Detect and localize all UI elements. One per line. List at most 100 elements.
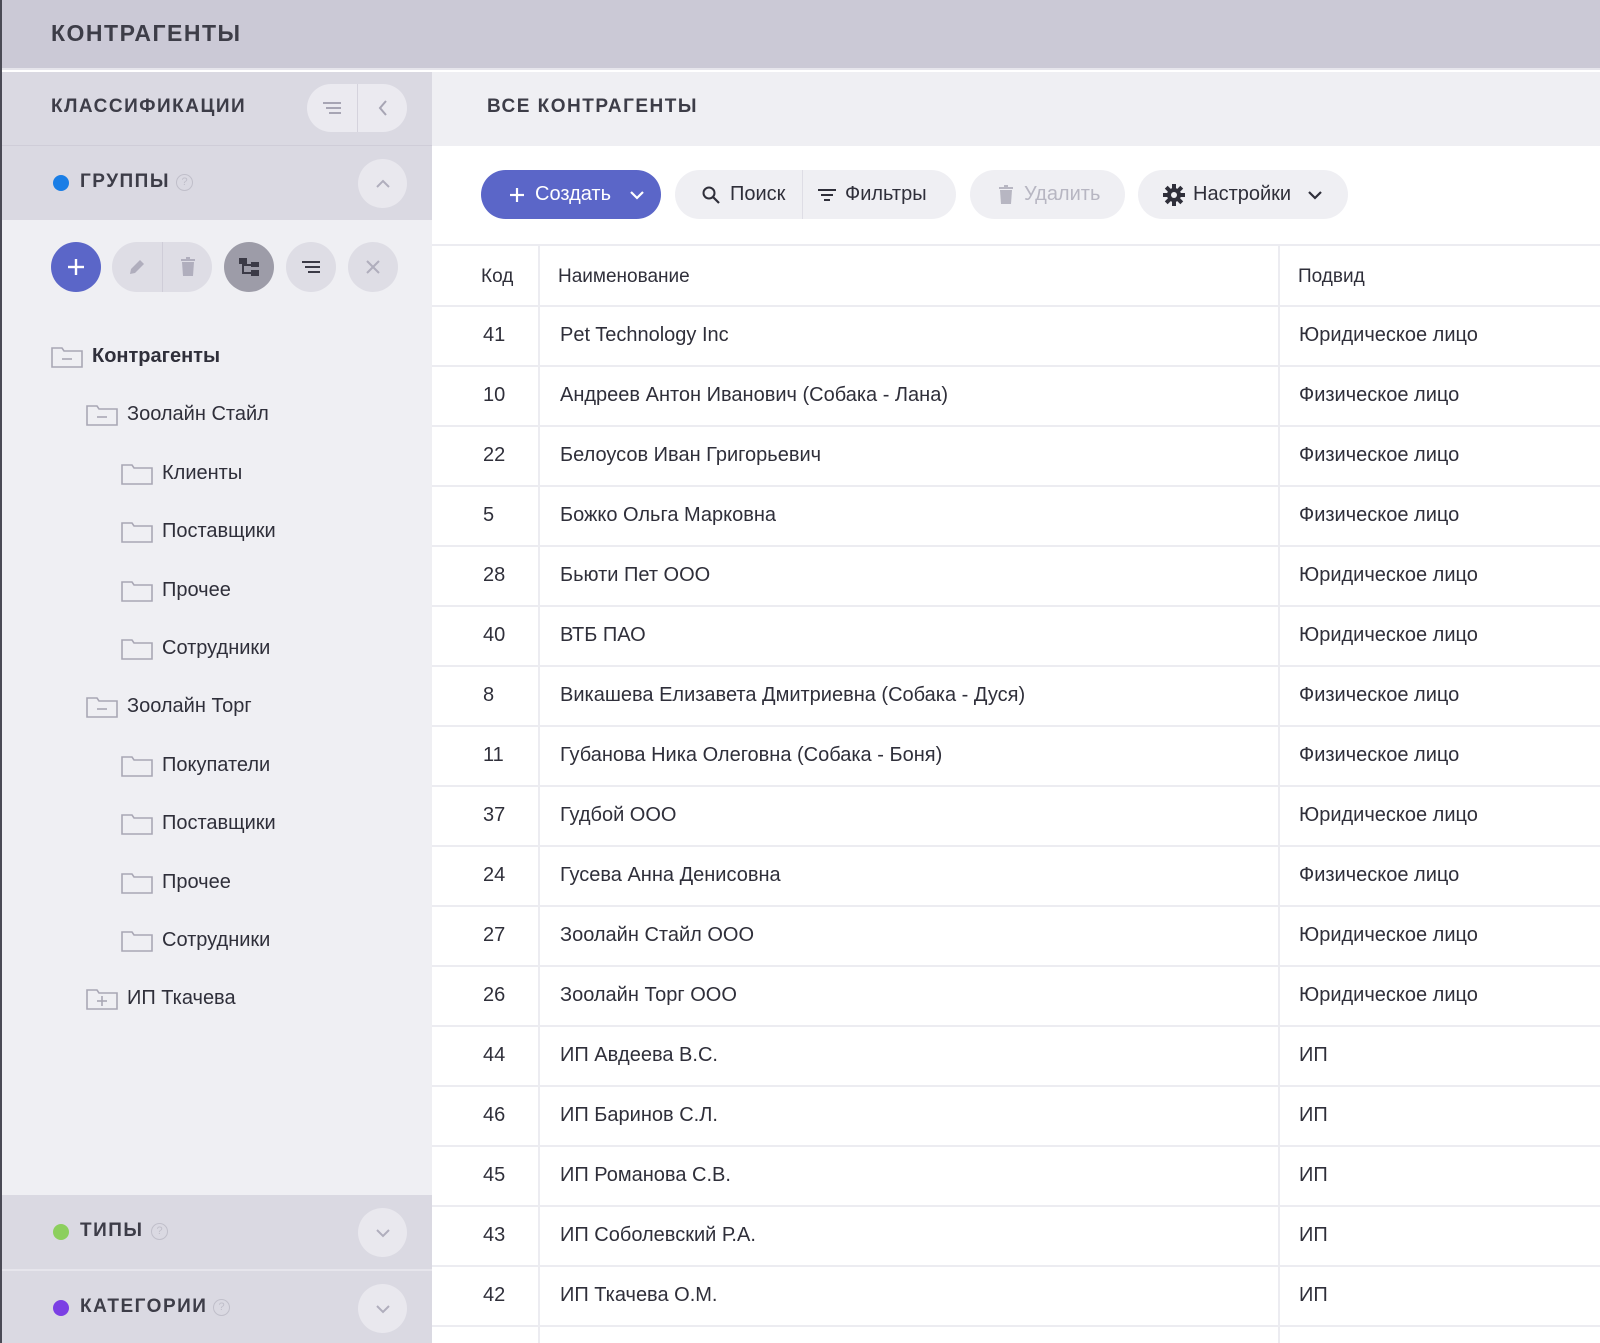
clear-selection-button[interactable] [348, 242, 398, 292]
list-view-button[interactable] [307, 84, 357, 132]
cell-subtype: Юридическое лицо [1299, 804, 1478, 826]
cell-name: Божко Ольга Марковна [560, 504, 777, 526]
categories-label: КАТЕГОРИИ [80, 1296, 208, 1317]
table-row[interactable]: 24 Гусева Анна Денисовна Физическое лицо [432, 847, 1600, 907]
filters-button[interactable]: Фильтры [803, 170, 927, 219]
table-row[interactable]: 10 Андреев Антон Иванович (Собака - Лана)… [432, 367, 1600, 427]
delete-group-button[interactable] [162, 242, 212, 292]
tree-node[interactable]: Покупатели [121, 750, 270, 780]
cell-subtype: Юридическое лицо [1299, 984, 1478, 1006]
table-row[interactable]: 22 Белоусов Иван Григорьевич Физическое ли… [432, 427, 1600, 487]
table-row[interactable]: 26 Зоолайн Торг ООО Юридическое лицо [432, 967, 1600, 1027]
cell-code: 41 [483, 324, 506, 346]
types-section-header[interactable]: ТИПЫ ? [0, 1195, 432, 1269]
table-row[interactable]: 45 ИП Романова С.В. ИП [432, 1147, 1600, 1207]
groups-color-dot [53, 175, 69, 191]
table-row[interactable]: 42 ИП Ткачева О.М. ИП [432, 1267, 1600, 1327]
settings-button[interactable]: Настройки [1138, 170, 1348, 219]
categories-help-icon[interactable]: ? [213, 1299, 230, 1316]
collapse-sidebar-button[interactable] [357, 84, 407, 132]
groups-label: ГРУППЫ [80, 171, 170, 192]
types-help-icon[interactable]: ? [151, 1223, 168, 1240]
filters-label: Фильтры [845, 183, 927, 205]
cell-code: 10 [483, 384, 506, 406]
tree-node-label: Поставщики [162, 519, 276, 542]
tree-node[interactable]: Зоолайн Стайл [86, 399, 269, 429]
create-label: Создать [535, 183, 612, 205]
create-button[interactable]: Создать [481, 170, 661, 219]
column-header-name[interactable]: Наименование [558, 266, 690, 288]
table-row[interactable]: 43 ИП Соболевский Р.А. ИП [432, 1207, 1600, 1267]
groups-section-header[interactable]: ГРУППЫ ? [0, 146, 432, 220]
tree-node-label: Поставщики [162, 811, 276, 834]
tree-node-label: Сотрудники [162, 636, 271, 659]
cell-name: Зоолайн Стайл ООО [560, 924, 755, 946]
cell-code: 27 [483, 924, 506, 946]
column-divider [1278, 244, 1280, 1343]
tree-node[interactable]: Поставщики [121, 808, 276, 838]
tree-view-button[interactable] [224, 242, 274, 292]
tree-node[interactable]: Сотрудники [121, 925, 270, 955]
sort-button[interactable] [286, 242, 336, 292]
cell-subtype: Юридическое лицо [1299, 324, 1478, 346]
cell-name: ИП Соболевский Р.А. [560, 1224, 756, 1246]
cell-code: 40 [483, 624, 506, 646]
cell-code: 11 [483, 744, 504, 766]
cell-subtype: Юридическое лицо [1299, 564, 1478, 586]
table-row[interactable]: 27 Зоолайн Стайл ООО Юридическое лицо [432, 907, 1600, 967]
tree-node[interactable]: Клиенты [121, 458, 242, 488]
tree-node[interactable]: Сотрудники [121, 633, 270, 663]
tree-node[interactable]: Прочее [121, 575, 231, 605]
tree-node[interactable]: Зоолайн Торг [86, 691, 252, 721]
tree-node[interactable]: ИП Ткачева [86, 983, 236, 1013]
counterparties-main: ВСЕ КОНТРАГЕНТЫ Создать Поиск Фильтры Уд… [432, 72, 1600, 1343]
cell-subtype: Физическое лицо [1299, 504, 1460, 526]
tree-node[interactable]: Контрагенты [51, 341, 220, 371]
tree-node[interactable]: Поставщики [121, 516, 276, 546]
folder-icon [121, 814, 153, 835]
hierarchy-icon [239, 258, 259, 276]
sidebar-title: КЛАССИФИКАЦИИ [51, 96, 247, 117]
types-expand-button[interactable] [358, 1208, 407, 1257]
cell-subtype: ИП [1299, 1044, 1328, 1066]
search-button[interactable]: Поиск [675, 170, 803, 219]
edit-group-button[interactable] [112, 242, 162, 292]
delete-button[interactable]: Удалить [970, 170, 1125, 219]
cell-code: 22 [483, 444, 506, 466]
cell-code: 42 [483, 1284, 506, 1306]
table-row[interactable]: 46 ИП Баринов С.Л. ИП [432, 1087, 1600, 1147]
tree-node[interactable]: Прочее [121, 867, 231, 897]
table-row[interactable]: 8 Викашева Елизавета Дмитриевна (Собака -… [432, 667, 1600, 727]
cell-code: 8 [483, 684, 495, 706]
cell-subtype: ИП [1299, 1284, 1328, 1306]
folder-icon [121, 522, 153, 543]
main-toolbar: Создать Поиск Фильтры Удалить Настройки [432, 170, 1600, 220]
cell-name: ВТБ ПАО [560, 624, 646, 646]
column-header-code[interactable]: Код [481, 266, 513, 288]
table-row[interactable]: 41 Pet Technology Inc Юридическое лицо [432, 307, 1600, 367]
cell-name: ИП Романова С.В. [560, 1164, 731, 1186]
search-filter-group: Поиск Фильтры [675, 170, 956, 219]
table-row[interactable]: 28 Бьюти Пет ООО Юридическое лицо [432, 547, 1600, 607]
folder-plus-icon [86, 989, 118, 1010]
folder-icon [121, 639, 153, 660]
cell-code: 24 [483, 864, 506, 886]
groups-help-icon[interactable]: ? [176, 174, 193, 191]
categories-section-header[interactable]: КАТЕГОРИИ ? [0, 1269, 432, 1343]
column-divider [538, 244, 540, 1343]
cell-name: Белоусов Иван Григорьевич [560, 444, 822, 466]
cell-subtype: ИП [1299, 1164, 1328, 1186]
tree-node-label: Прочее [162, 578, 231, 601]
column-header-subtype[interactable]: Подвид [1298, 266, 1365, 288]
add-group-button[interactable] [51, 242, 101, 292]
cell-code: 26 [483, 984, 506, 1006]
list-icon [323, 102, 341, 114]
groups-collapse-button[interactable] [358, 159, 407, 208]
table-row[interactable]: 5 Божко Ольга Марковна Физическое лицо [432, 487, 1600, 547]
table-row[interactable]: 40 ВТБ ПАО Юридическое лицо [432, 607, 1600, 667]
categories-expand-button[interactable] [358, 1284, 407, 1333]
cell-subtype: Юридическое лицо [1299, 624, 1478, 646]
table-row[interactable]: 44 ИП Авдеева В.С. ИП [432, 1027, 1600, 1087]
table-row[interactable]: 37 Гудбой ООО Юридическое лицо [432, 787, 1600, 847]
table-row[interactable]: 11 Губанова Ника Олеговна (Собака - Боня)… [432, 727, 1600, 787]
